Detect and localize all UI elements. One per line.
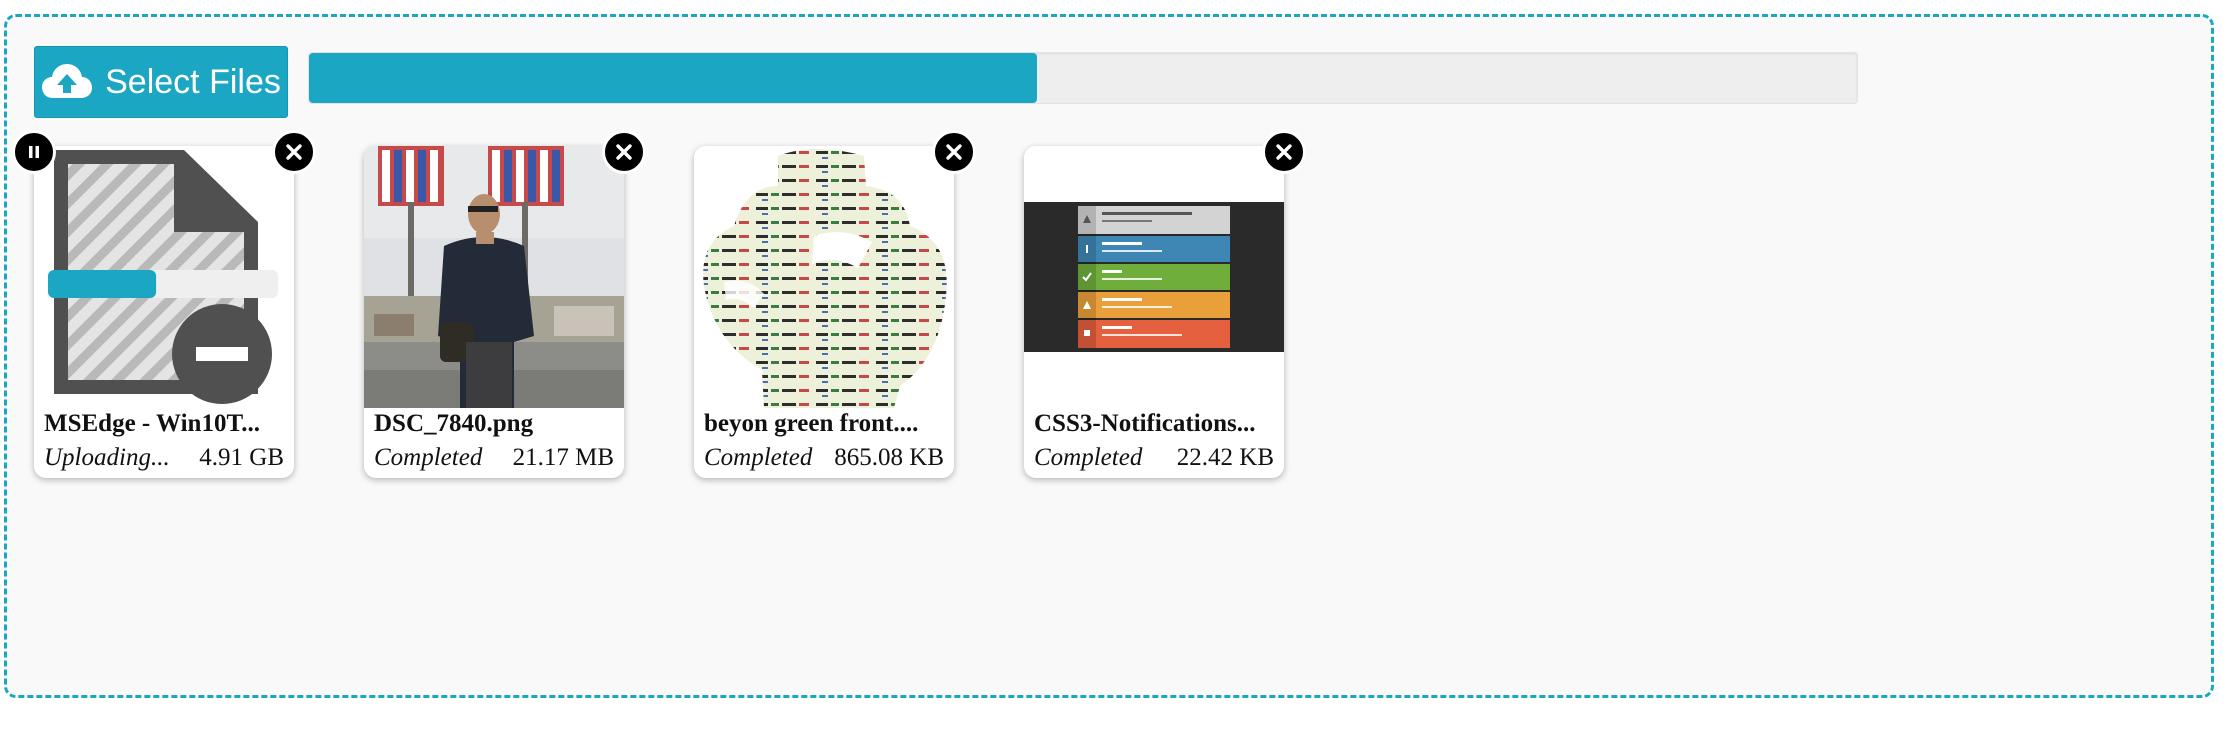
file-size: 22.42 KB [1176, 444, 1274, 471]
file-name: DSC_7840.png [374, 410, 534, 437]
notification-bars-screenshot [1024, 146, 1284, 408]
file-status: Completed [704, 444, 813, 471]
close-icon [286, 144, 302, 160]
file-status: Completed [1034, 444, 1143, 471]
file-card: MSEdge - Win10T... Uploading... 4.91 GB [34, 146, 294, 478]
remove-file-button[interactable] [1262, 130, 1306, 174]
overall-progress-bar [308, 52, 1858, 104]
select-files-label: Select Files [105, 62, 281, 101]
file-card: CSS3-Notifications... Completed 22.42 KB [1024, 146, 1284, 478]
text-fist-graphic [694, 146, 954, 408]
cloud-upload-icon [42, 64, 93, 98]
file-thumbnail [34, 146, 294, 408]
file-status: Completed [374, 444, 483, 471]
file-name: beyon green front.... [704, 410, 919, 437]
file-meta: Uploading... 4.91 GB [44, 444, 284, 472]
remove-file-button[interactable] [602, 130, 646, 174]
file-size: 21.17 MB [512, 444, 614, 471]
remove-file-button[interactable] [932, 130, 976, 174]
close-icon [946, 144, 962, 160]
file-size: 865.08 KB [834, 444, 944, 471]
file-name: CSS3-Notifications... [1034, 410, 1256, 437]
file-thumbnail [1024, 146, 1284, 408]
photo-man-standing [364, 146, 624, 408]
file-meta: Completed 21.17 MB [374, 444, 614, 472]
file-size: 4.91 GB [199, 444, 284, 471]
file-name: MSEdge - Win10T... [44, 410, 261, 437]
close-icon [616, 144, 632, 160]
file-thumbnail [364, 146, 624, 408]
pause-upload-button[interactable] [12, 130, 56, 174]
file-card: DSC_7840.png Completed 21.17 MB [364, 146, 624, 478]
close-icon [1276, 144, 1292, 160]
overall-progress-fill [309, 53, 1037, 103]
select-files-button[interactable]: Select Files [34, 46, 288, 118]
remove-file-button[interactable] [272, 130, 316, 174]
file-thumbnail [694, 146, 954, 408]
file-card: beyon green front.... Completed 865.08 K… [694, 146, 954, 478]
file-status: Uploading... [44, 444, 170, 471]
file-meta: Completed 865.08 KB [704, 444, 944, 472]
generic-file-icon [48, 150, 278, 404]
file-meta: Completed 22.42 KB [1034, 444, 1274, 472]
pause-icon [29, 146, 39, 158]
